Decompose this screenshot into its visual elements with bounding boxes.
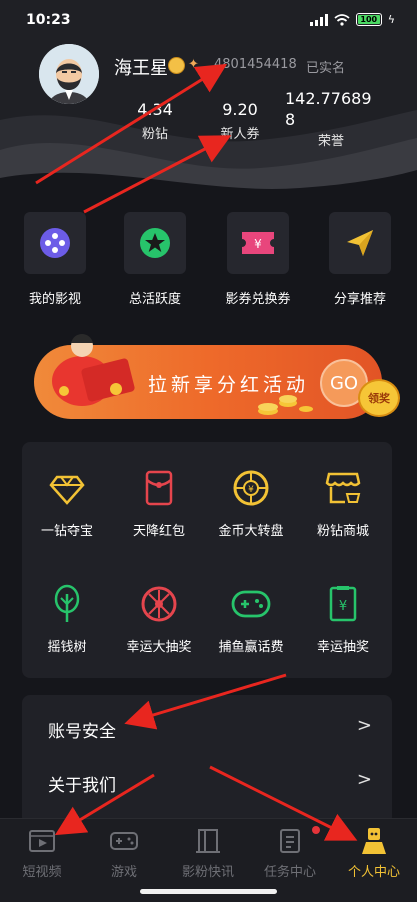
quick-total-activity[interactable]: 总活跃度 xyxy=(122,212,188,307)
verified-status: 已实名 xyxy=(306,61,346,76)
feature-label: 摇钱树 xyxy=(47,640,87,655)
user-id: 4801454418 xyxy=(214,57,297,72)
avatar-image xyxy=(39,44,99,104)
menu-label: 账号安全 xyxy=(48,722,116,742)
quick-icon-box xyxy=(124,212,186,274)
tab-label: 影粉快讯 xyxy=(181,865,234,880)
quick-icon-box xyxy=(24,212,86,274)
stat-value: 9.20 xyxy=(222,100,258,119)
paper-plane-icon xyxy=(347,230,373,256)
feature-label: 幸运抽奖 xyxy=(316,640,369,655)
star-icon xyxy=(140,228,170,258)
quick-my-videos[interactable]: 我的影视 xyxy=(22,212,88,307)
quick-label: 影券兑换券 xyxy=(225,292,291,307)
svg-text:¥: ¥ xyxy=(248,485,254,495)
feature-lucky-lottery[interactable]: 幸运大抽奖 xyxy=(114,584,204,655)
film-reel-icon xyxy=(40,228,70,258)
quick-label: 分享推荐 xyxy=(333,292,386,307)
chevron-right-icon: > xyxy=(356,715,372,736)
chevron-right-icon: > xyxy=(356,769,372,790)
news-icon xyxy=(196,829,220,853)
menu-label: 关于我们 xyxy=(48,776,116,796)
banner-text: 拉新享分红活动 xyxy=(148,374,310,396)
feature-lucky-draw[interactable]: ¥ 幸运抽奖 xyxy=(298,584,388,655)
gamepad-icon xyxy=(110,832,138,850)
red-packet-icon xyxy=(145,470,173,506)
quick-label: 我的影视 xyxy=(28,292,81,307)
stat-value: 142.77689 8 xyxy=(285,89,372,129)
tab-label: 短视频 xyxy=(22,865,62,880)
tab-user-center[interactable]: 个人中心 xyxy=(334,827,414,880)
svg-text:¥: ¥ xyxy=(254,237,262,251)
tab-short-video[interactable]: 短视频 xyxy=(2,827,82,880)
avatar[interactable] xyxy=(39,44,99,104)
quick-label: 总活跃度 xyxy=(128,292,181,307)
status-icons: 100 ϟ xyxy=(309,13,395,26)
wheel-icon: ¥ xyxy=(233,470,269,506)
feature-money-tree[interactable]: 摇钱树 xyxy=(22,584,112,655)
status-time: 10:23 xyxy=(26,12,71,28)
gamepad-icon xyxy=(231,590,271,618)
tab-task-center[interactable]: 任务中心 xyxy=(250,827,330,880)
stat-pink-diamond[interactable]: 4.34 粉钻 xyxy=(120,100,190,142)
feature-diamond-mall[interactable]: 粉钻商城 xyxy=(298,468,388,539)
feature-label: 捕鱼赢话费 xyxy=(218,640,284,655)
tab-label: 游戏 xyxy=(110,865,137,880)
feature-one-diamond-treasure[interactable]: 一钻夺宝 xyxy=(22,468,112,539)
notification-dot xyxy=(312,826,320,834)
task-icon xyxy=(280,829,300,853)
quick-icon-box: ¥ xyxy=(227,212,289,274)
feature-coin-wheel[interactable]: ¥ 金币大转盘 xyxy=(206,468,296,539)
video-icon xyxy=(29,830,55,852)
feature-grid: 一钻夺宝 天降红包 ¥ 金币大转盘 粉钻商城 摇钱树 幸运大抽奖 捕鱼赢话费 ¥… xyxy=(22,442,392,678)
stat-label: 新人券 xyxy=(220,127,260,142)
feature-label: 一钻夺宝 xyxy=(40,524,93,539)
menu-account-security[interactable]: 账号安全 > xyxy=(22,701,392,756)
user-center-icon xyxy=(362,828,386,854)
shop-icon xyxy=(325,472,361,504)
battery-icon: 100 xyxy=(355,13,382,26)
feature-fishing-game[interactable]: 捕鱼赢话费 xyxy=(206,584,296,655)
feature-label: 金币大转盘 xyxy=(218,524,284,539)
username: 海王星 xyxy=(114,58,168,79)
settings-menu: 账号安全 > 关于我们 > xyxy=(22,695,392,825)
wifi-icon xyxy=(334,13,350,26)
quick-share-recommend[interactable]: 分享推荐 xyxy=(327,212,393,307)
vip-badge-icon xyxy=(168,57,185,74)
diamond-icon xyxy=(49,475,85,505)
battery-level: 100 xyxy=(360,15,378,24)
stat-value: 4.34 xyxy=(137,100,173,119)
quick-ticket-exchange[interactable]: ¥ 影券兑换券 xyxy=(225,212,291,307)
claim-reward-badge[interactable]: 领奖 xyxy=(358,379,400,417)
menu-about-us[interactable]: 关于我们 > xyxy=(22,755,392,810)
svg-text:¥: ¥ xyxy=(339,599,347,614)
tab-label: 任务中心 xyxy=(263,865,316,880)
feature-label: 粉钻商城 xyxy=(316,524,369,539)
tree-icon xyxy=(54,584,80,622)
feature-label: 幸运大抽奖 xyxy=(126,640,192,655)
lottery-wheel-icon xyxy=(141,586,177,622)
level-badge-icon: ✦ xyxy=(188,57,199,72)
stat-honor[interactable]: 142.77689 8 荣誉 xyxy=(282,88,380,149)
feature-label: 天降红包 xyxy=(132,524,185,539)
home-indicator xyxy=(140,889,277,894)
stat-label: 荣誉 xyxy=(317,134,344,149)
stat-new-user-coupon[interactable]: 9.20 新人券 xyxy=(205,100,275,142)
status-bar: 10:23 100 ϟ xyxy=(0,0,417,40)
red-packet-illustration xyxy=(52,334,135,406)
charging-icon: ϟ xyxy=(387,13,395,26)
signal-icon xyxy=(309,13,328,26)
ticket-icon: ¥ xyxy=(242,232,274,254)
tab-fan-news[interactable]: 影粉快讯 xyxy=(168,827,248,880)
tab-label: 个人中心 xyxy=(347,865,400,880)
feature-red-packet[interactable]: 天降红包 xyxy=(114,468,204,539)
quick-icon-box xyxy=(329,212,391,274)
tab-games[interactable]: 游戏 xyxy=(84,827,164,880)
lucky-draw-icon: ¥ xyxy=(329,586,357,622)
stat-label: 粉钻 xyxy=(141,127,168,142)
